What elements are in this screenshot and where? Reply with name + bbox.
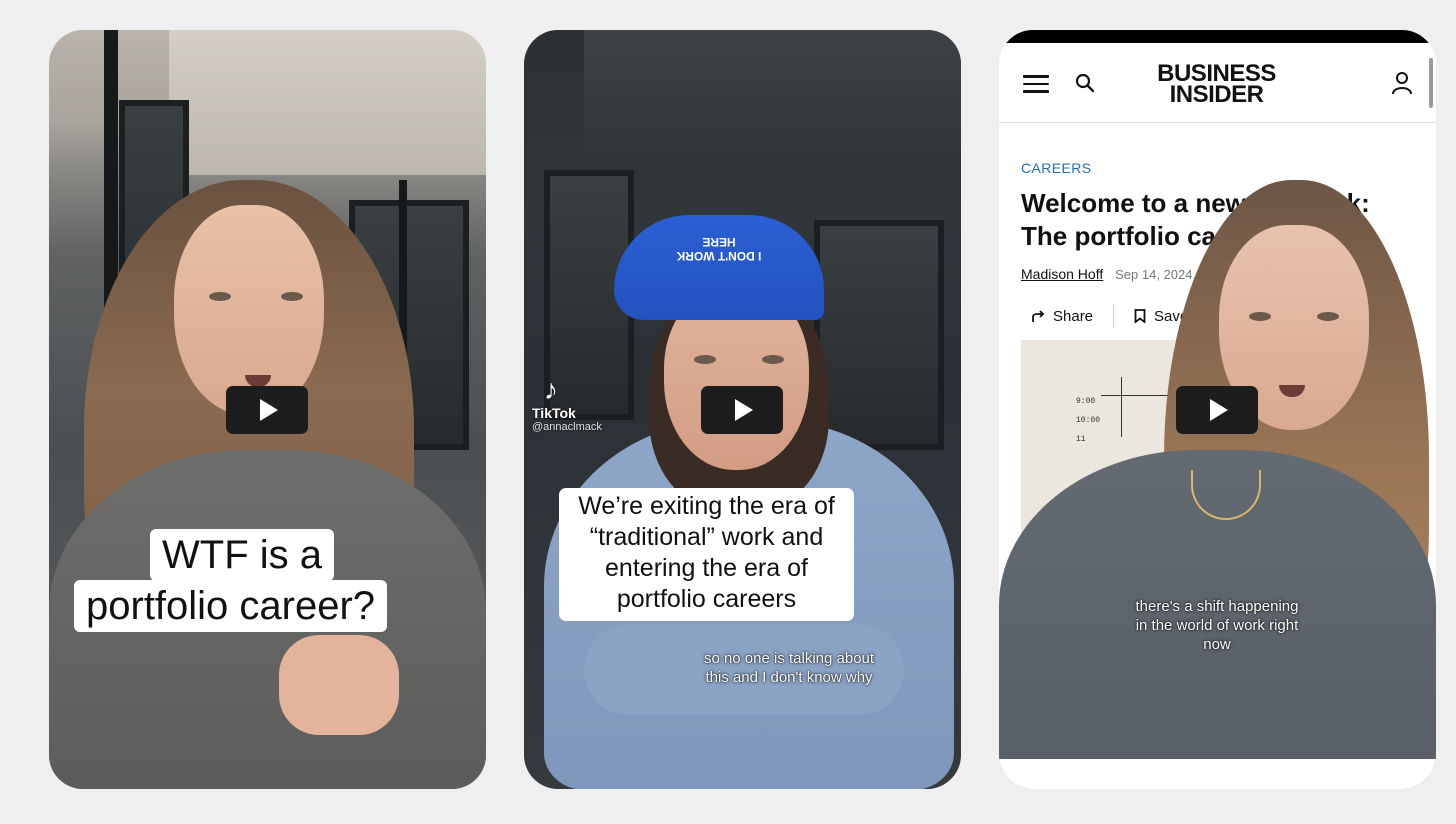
video-gallery: WTF is a portfolio career? I DON'T WORK … bbox=[0, 0, 1456, 824]
blue-cap: I DON'T WORK HERE bbox=[614, 215, 824, 320]
author-link[interactable]: Madison Hoff bbox=[1021, 266, 1103, 282]
site-header: BUSINESS INSIDER bbox=[999, 43, 1436, 123]
share-button[interactable]: Share bbox=[1031, 308, 1093, 325]
caption-line-2: portfolio career? bbox=[74, 580, 388, 632]
user-icon[interactable] bbox=[1391, 71, 1413, 95]
article-category[interactable]: CAREERS bbox=[1021, 160, 1091, 176]
scrollbar[interactable] bbox=[1429, 58, 1433, 108]
tiktok-watermark: ♪ TikTok @annaclmack bbox=[532, 374, 602, 434]
article-byline: Madison Hoff Sep 14, 2024, bbox=[1021, 266, 1196, 282]
caption-box: We’re exiting the era of “traditional” w… bbox=[559, 488, 854, 621]
subtitle: there's a shift happening in the world o… bbox=[1135, 598, 1299, 653]
video-card-2[interactable]: I DON'T WORK HERE ♪ TikTok @annaclmack W… bbox=[524, 30, 961, 789]
video-card-3[interactable]: BUSINESS INSIDER CAREERS Welcome to a ne… bbox=[999, 30, 1436, 789]
site-logo[interactable]: BUSINESS INSIDER bbox=[1154, 62, 1279, 107]
play-button[interactable] bbox=[1176, 386, 1258, 434]
tiktok-icon: ♪ bbox=[544, 374, 558, 405]
search-icon[interactable] bbox=[1075, 73, 1095, 93]
video-card-1[interactable]: WTF is a portfolio career? bbox=[49, 30, 486, 789]
schedule-grid: 9:00 10:00 11 bbox=[1076, 397, 1101, 444]
caption-line-1: WTF is a bbox=[150, 529, 334, 581]
article-actions: Share Save bbox=[1031, 304, 1188, 328]
bookmark-icon bbox=[1134, 309, 1146, 323]
share-icon bbox=[1032, 310, 1045, 322]
subtitle: so no one is talking about this and I do… bbox=[703, 650, 875, 686]
menu-icon[interactable] bbox=[1023, 75, 1049, 93]
play-button[interactable] bbox=[226, 386, 308, 434]
person-1-hand bbox=[279, 635, 399, 735]
play-button[interactable] bbox=[701, 386, 783, 434]
publish-date: Sep 14, 2024, bbox=[1115, 267, 1197, 282]
